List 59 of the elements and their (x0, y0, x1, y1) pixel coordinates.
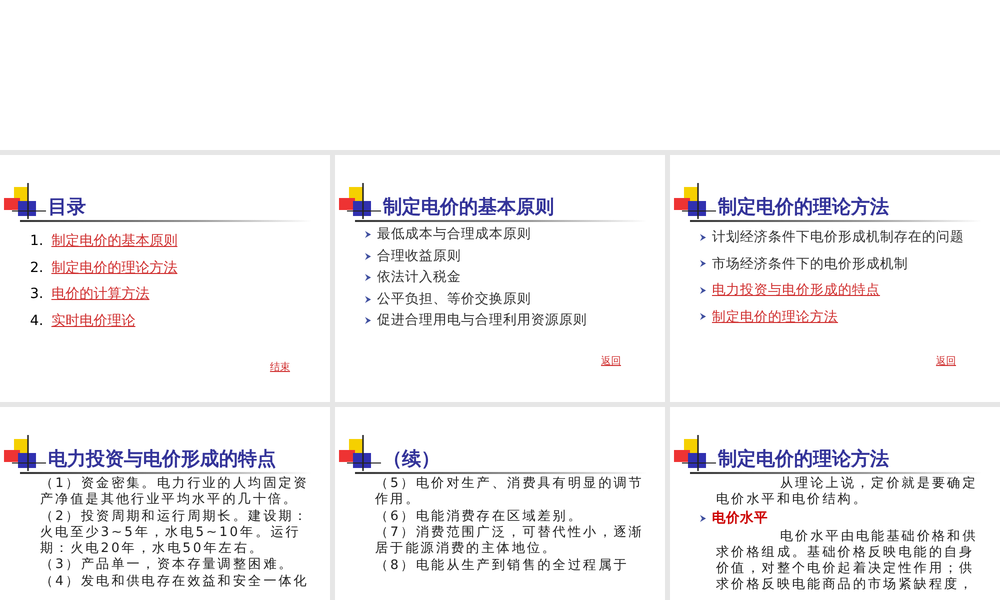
slide-title: 电力投资与电价形成的特点 (48, 447, 276, 471)
bullet-text: 最低成本与合理成本原则 (377, 225, 531, 244)
paragraph-text: （4）发电和供电存在效益和安全一体化 (40, 574, 310, 590)
slide-title: （续） (383, 447, 440, 471)
list-number: 4. (30, 312, 44, 330)
paragraph-text: （5）电价对生产、消费具有明显的调节作用。 (375, 476, 645, 508)
slide-link[interactable]: 制定电价的基本原则 (51, 228, 178, 254)
slide-thumbnail[interactable]: 目录 1. 制定电价的基本原则 2. 制定电价的理论方法 3. 电价的计算方法 4. 实时电价理论 结束 (0, 155, 330, 402)
bullet-arrow-icon (365, 231, 371, 238)
slide-title: 制定电价的理论方法 (718, 447, 889, 471)
slide-title: 制定电价的理论方法 (718, 195, 889, 219)
bullet-arrow-icon (365, 317, 371, 324)
paragraph-text: （7）消费范围广泛，可替代性小，逐渐居于能源消费的主体地位。 (375, 525, 645, 557)
paragraph-text: （6）电能消费存在区域差别。 (375, 508, 584, 524)
slide-thumbnail[interactable]: 电力投资与电价形成的特点 （1）资金密集。电力行业的人均固定资产净值是其他行业平均水平的几十倍。 （2）投资周期和运行周期长。建设期：火电至少3~5年，水电5~10年。运行期：火电20年，水电50年左右。 （3）产品单一，资本存量调整困难。 （4）发电和供电存在效益和安全一体化 (0, 407, 330, 600)
bullet-text: 依法计入税金 (377, 268, 461, 287)
squares-logo-icon (4, 183, 46, 219)
bullet-arrow-icon (700, 313, 706, 320)
squares-logo-icon (339, 435, 381, 471)
paragraph-text: 从理论上说，定价就是要确定电价水平和电价结构。 (716, 476, 979, 508)
list-number: 3. (30, 285, 44, 304)
bullet-arrow-icon (700, 286, 706, 294)
slide-thumbnail[interactable]: 制定电价的理论方法 从理论上说，定价就是要确定电价水平和电价结构。 电价水平 电价水平由电能基础价格和供求价格组成。基础价格反映电能的自身价值，对整个电价起着决定性作用；供求价格反映电能商品的市场紧缺程度， (670, 407, 1000, 600)
slide-link[interactable]: 实时电价理论 (51, 308, 136, 334)
squares-logo-icon (339, 183, 381, 219)
bullet-arrow-icon (700, 515, 706, 522)
slide-link[interactable]: 电力投资与电价形成的特点 (712, 277, 880, 304)
subheading-text: 电价水平 (712, 509, 768, 528)
bullet-text: 市场经济条件下的电价形成机制 (712, 254, 908, 274)
slide-thumbnail[interactable]: 制定电价的基本原则 最低成本与合理成本原则 合理收益原则 依法计入税金 公平负担、等价交换原则 促进合理用电与合理利用资源原则 返回 (335, 155, 665, 402)
slide-title: 目录 (48, 195, 86, 219)
return-link[interactable]: 返回 (601, 354, 621, 368)
slide-link[interactable]: 电价的计算方法 (51, 281, 150, 308)
paragraph-text: （3）产品单一，资本存量调整困难。 (40, 557, 295, 573)
paragraph-text: （2）投资周期和运行周期长。建设期：火电至少3~5年，水电5~10年。运行期：火电20年，水电50年左右。 (40, 508, 310, 556)
return-link[interactable]: 返回 (936, 354, 956, 368)
squares-logo-icon (674, 183, 716, 219)
bullet-text: 计划经济条件下电价形成机制存在的问题 (712, 228, 964, 247)
bullet-text: 促进合理用电与合理利用资源原则 (377, 311, 587, 330)
list-number: 2. (30, 258, 44, 278)
return-link[interactable]: 结束 (270, 360, 290, 374)
slide-link[interactable]: 制定电价的理论方法 (51, 254, 178, 281)
squares-logo-icon (4, 435, 46, 471)
paragraph-text: （8）电能从生产到销售的全过程属于 (375, 558, 630, 574)
slide-thumbnail[interactable]: （续） （5）电价对生产、消费具有明显的调节作用。 （6）电能消费存在区域差别。 （7）消费范围广泛，可替代性小，逐渐居于能源消费的主体地位。 （8）电能从生产到销售的全过程属于 (335, 407, 665, 600)
slide-thumbnail[interactable]: 制定电价的理论方法 计划经济条件下电价形成机制存在的问题 市场经济条件下的电价形成机制 电力投资与电价形成的特点 制定电价的理论方法 返回 (670, 155, 1000, 402)
bullet-arrow-icon (700, 260, 706, 268)
paragraph-text: （1）资金密集。电力行业的人均固定资产净值是其他行业平均水平的几十倍。 (40, 476, 310, 508)
slide-title: 制定电价的基本原则 (383, 195, 554, 219)
squares-logo-icon (674, 435, 716, 471)
slide-link[interactable]: 制定电价的理论方法 (712, 304, 838, 330)
bullet-text: 合理收益原则 (377, 246, 461, 266)
bullet-arrow-icon (365, 274, 371, 282)
bullet-text: 公平负担、等价交换原则 (377, 290, 531, 308)
bullet-arrow-icon (365, 296, 371, 303)
paragraph-text: 电价水平由电能基础价格和供求价格组成。基础价格反映电能的自身价值，对整个电价起着决定性作用；供求价格反映电能商品的市场紧缺程度， (716, 529, 979, 593)
bullet-arrow-icon (365, 252, 371, 260)
bullet-arrow-icon (700, 234, 706, 241)
list-number: 1. (30, 232, 44, 251)
